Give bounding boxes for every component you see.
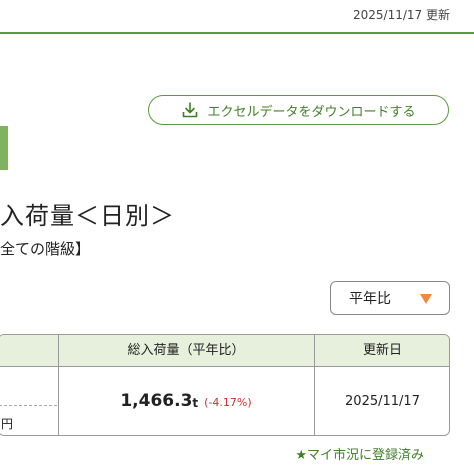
price-unit-cell: 円 <box>1 417 14 431</box>
update-date: 2025/11/17 更新 <box>353 8 450 22</box>
download-icon <box>183 102 198 118</box>
triangle-down-icon <box>420 294 432 304</box>
page-subtitle: 全ての階級】 <box>0 240 91 258</box>
header-update-date: 更新日 <box>362 343 402 358</box>
header-total-arrival: 総入荷量（平年比） <box>127 343 245 358</box>
comparison-select[interactable]: 平年比 <box>330 281 450 315</box>
arrival-unit: t <box>192 396 199 410</box>
arrival-change-percent: (-4.17%) <box>204 396 252 409</box>
excel-download-button[interactable]: エクセルデータをダウンロードする <box>148 95 449 125</box>
header-divider <box>0 32 474 34</box>
arrival-table: 総入荷量（平年比） 更新日 円 1,466.3 t (-4.17%) 2025/… <box>0 334 450 436</box>
my-market-registered-link[interactable]: ★マイ市況に登録済み <box>295 444 424 463</box>
excel-download-label: エクセルデータをダウンロードする <box>207 104 416 120</box>
comparison-select-value: 平年比 <box>349 291 391 307</box>
cell-divider <box>0 405 57 406</box>
total-arrival-cell: 1,466.3 t (-4.17%) <box>59 366 313 435</box>
page-title: 入荷量＜日別＞ <box>0 202 175 230</box>
section-tab-marker <box>0 126 8 170</box>
table-header-row: 総入荷量（平年比） 更新日 <box>0 335 449 367</box>
arrival-quantity: 1,466.3 <box>120 391 193 411</box>
page-root: 2025/11/17 更新 エクセルデータをダウンロードする 入荷量＜日別＞ 全… <box>0 0 474 474</box>
update-date-cell: 2025/11/17 <box>345 393 420 409</box>
